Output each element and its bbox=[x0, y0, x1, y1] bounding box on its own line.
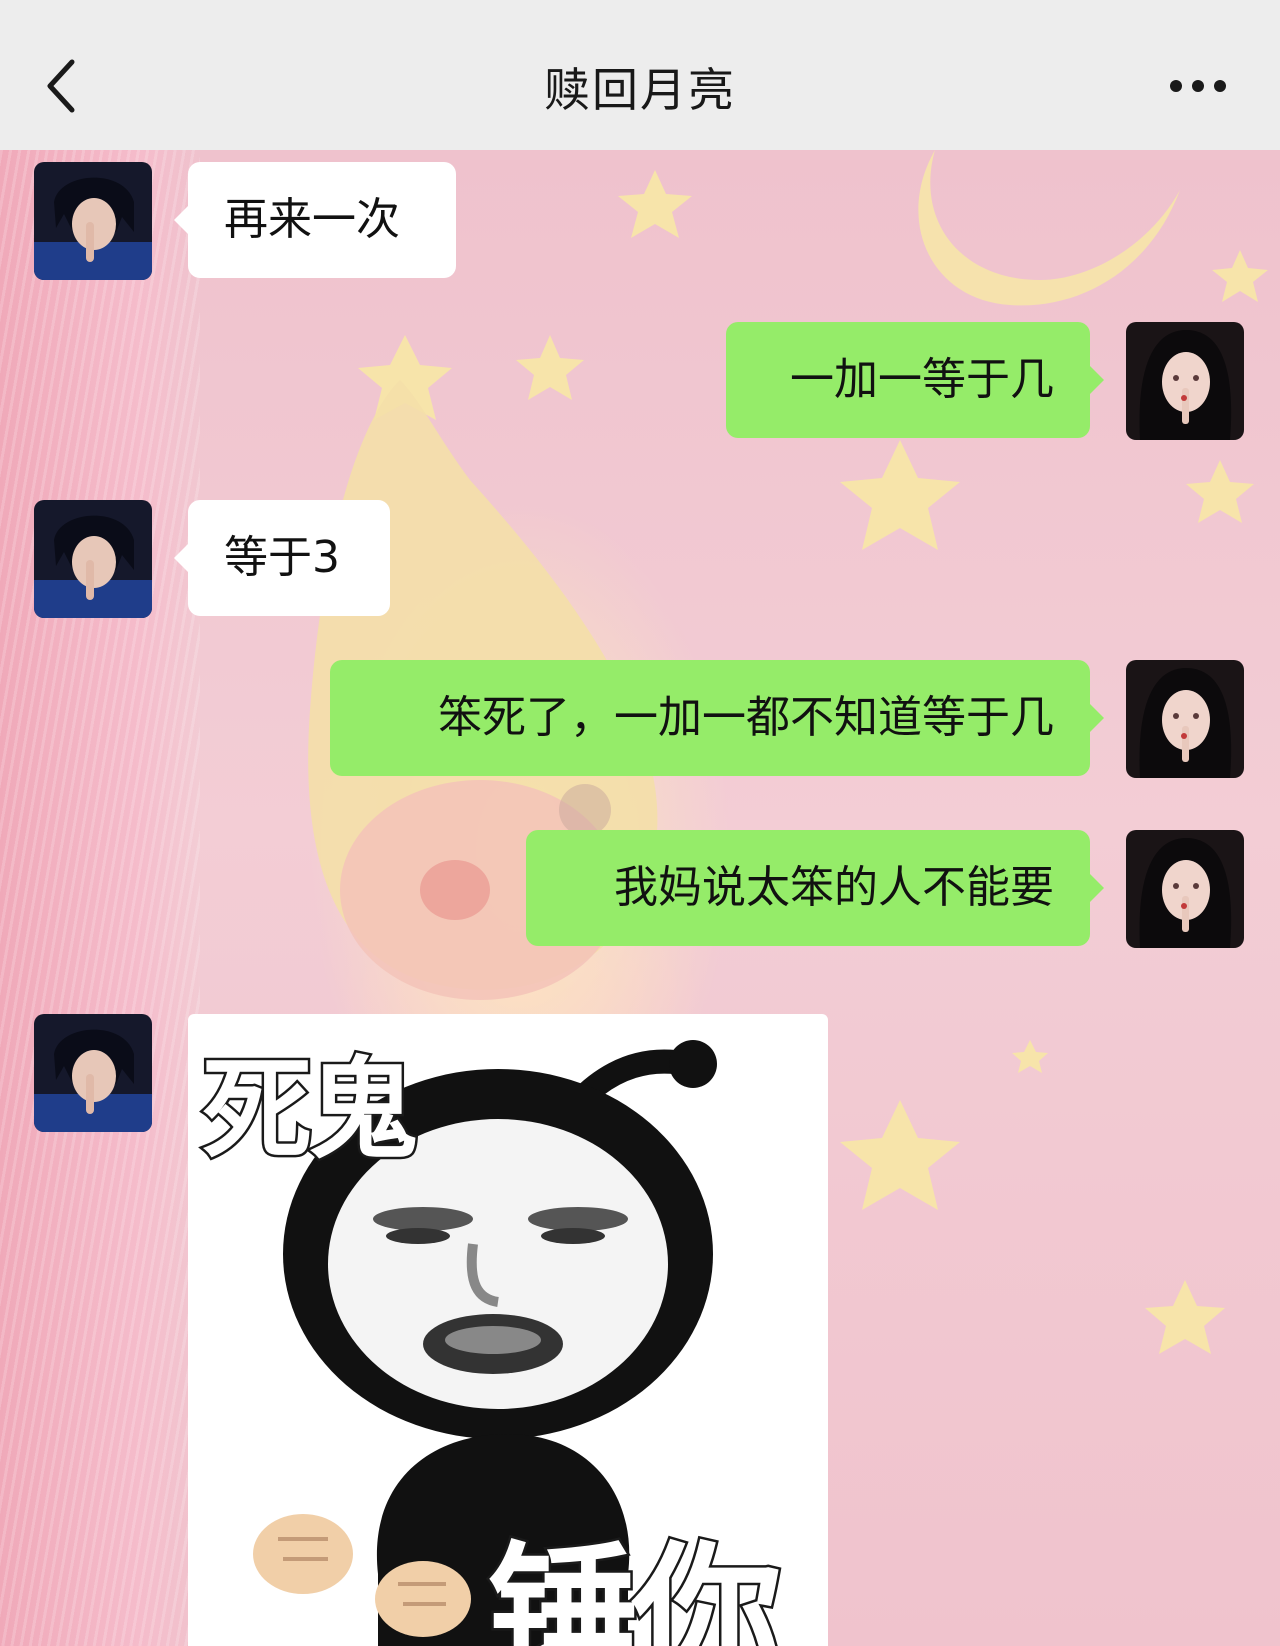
avatar-boy-image bbox=[34, 162, 152, 280]
message-text: 再来一次 bbox=[224, 194, 400, 245]
message-text: 一加一等于几 bbox=[790, 354, 1054, 405]
message-text: 笨死了，一加一都不知道等于几 bbox=[438, 692, 1054, 743]
sticker-message[interactable]: 死鬼 锤你 bbox=[188, 1014, 828, 1646]
message-bubble[interactable]: 笨死了，一加一都不知道等于几 bbox=[330, 660, 1104, 776]
avatar-girl-image bbox=[1126, 660, 1244, 778]
chat-title: 赎回月亮 bbox=[544, 63, 736, 117]
contact-avatar[interactable] bbox=[34, 1014, 152, 1132]
message-bubble[interactable]: 我妈说太笨的人不能要 bbox=[526, 830, 1104, 946]
my-avatar[interactable] bbox=[1126, 660, 1244, 778]
message-bubble[interactable]: 等于3 bbox=[174, 500, 390, 616]
message-text: 等于3 bbox=[224, 532, 340, 583]
message-text: 我妈说太笨的人不能要 bbox=[614, 862, 1054, 913]
message-bubble[interactable]: 再来一次 bbox=[174, 162, 456, 278]
top-navigation-bar: 赎回月亮 bbox=[0, 0, 1280, 150]
message-bubble[interactable]: 一加一等于几 bbox=[726, 322, 1104, 438]
chat-area[interactable]: 再来一次 一加一等于几 等于3 笨死了，一加一都不知道等于几 我妈说太笨的人不能… bbox=[0, 150, 1280, 1646]
avatar-boy-image bbox=[34, 1014, 152, 1132]
contact-avatar[interactable] bbox=[34, 162, 152, 280]
my-avatar[interactable] bbox=[1126, 830, 1244, 948]
avatar-boy-image bbox=[34, 500, 152, 618]
sticker-top-caption: 死鬼 bbox=[200, 1044, 421, 1177]
contact-avatar[interactable] bbox=[34, 500, 152, 618]
ellipsis-icon bbox=[1170, 80, 1226, 92]
my-avatar[interactable] bbox=[1126, 322, 1244, 440]
sticker-bottom-caption: 锤你 bbox=[485, 1527, 784, 1646]
avatar-girl-image bbox=[1126, 830, 1244, 948]
avatar-girl-image bbox=[1126, 322, 1244, 440]
more-options-button[interactable] bbox=[1168, 70, 1228, 102]
